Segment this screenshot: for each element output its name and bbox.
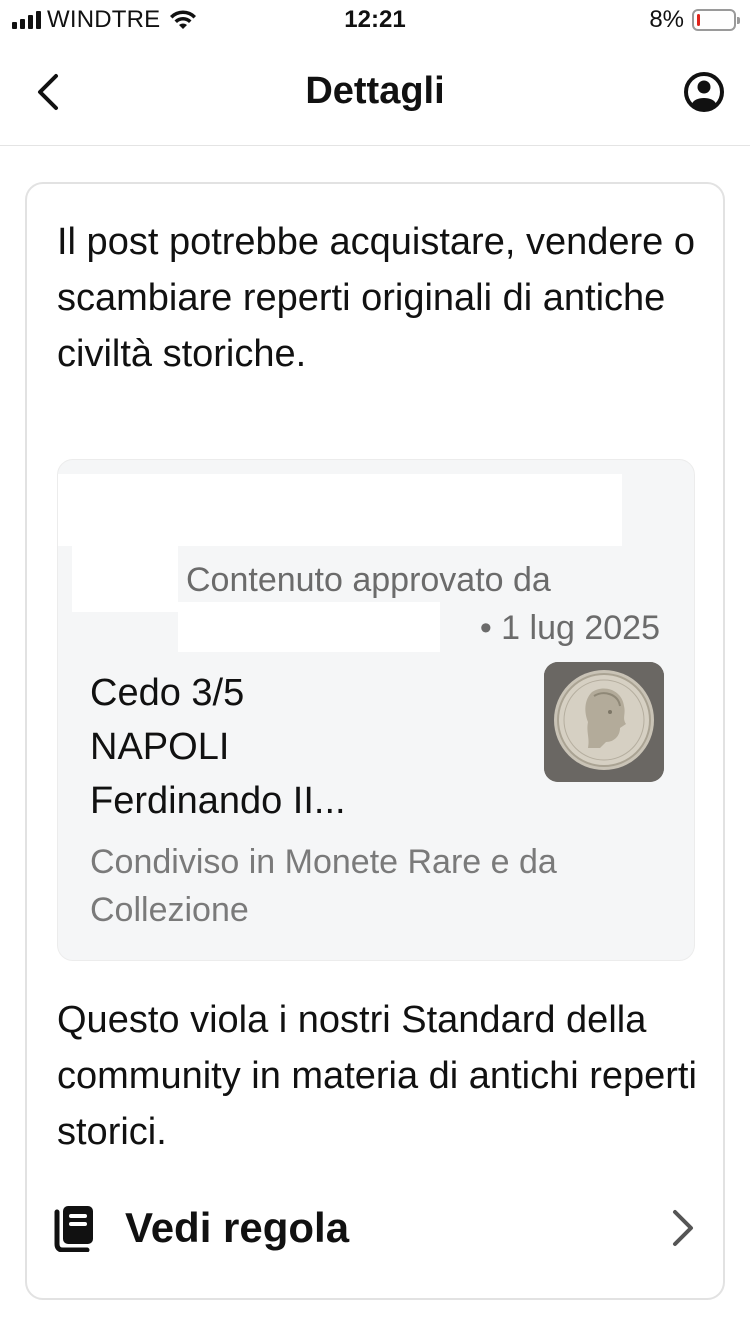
battery-percent: 8% [649,6,684,33]
post-title-line: NAPOLI [90,726,230,768]
status-right: 8% [649,6,740,34]
chevron-right-icon [673,1210,693,1246]
approval-date: • 1 lug 2025 [479,609,660,647]
violation-intro: Il post potrebbe acquistare, vendere o s… [57,221,695,375]
post-preview[interactable]: Contenuto approvato da • 1 lug 2025 Cedo… [57,459,695,961]
redacted-name [58,474,622,546]
redacted-avatar [72,546,178,612]
status-bar: WINDTRE 12:21 8% [0,0,750,40]
view-rule-label: Vedi regola [125,1204,350,1251]
coin-photo [544,662,664,782]
post-title: Cedo 3/5 NAPOLI Ferdinando II... [90,666,530,828]
post-title-line: Ferdinando II... [90,780,346,822]
redacted-approver [178,602,440,652]
status-time: 12:21 [344,6,406,33]
view-rule-button[interactable]: Vedi regola [53,1188,697,1268]
coin-thumbnail [544,662,664,782]
page-title: Dettagli [305,70,445,112]
violation-statement: Questo viola i nostri Standard della com… [57,999,697,1153]
battery-level [697,14,700,26]
book-icon [54,1206,93,1252]
details-card: Il post potrebbe acquistare, vendere o s… [25,182,725,1300]
account-button[interactable] [682,70,726,114]
user-circle-icon [684,72,724,112]
approved-label: Contenuto approvato da [186,561,551,599]
shared-in-group: Condiviso in Monete Rare e da Collezione [90,843,557,929]
nav-bar: Dettagli [0,40,750,146]
post-title-line: Cedo 3/5 [90,672,245,714]
battery-icon [692,9,740,31]
